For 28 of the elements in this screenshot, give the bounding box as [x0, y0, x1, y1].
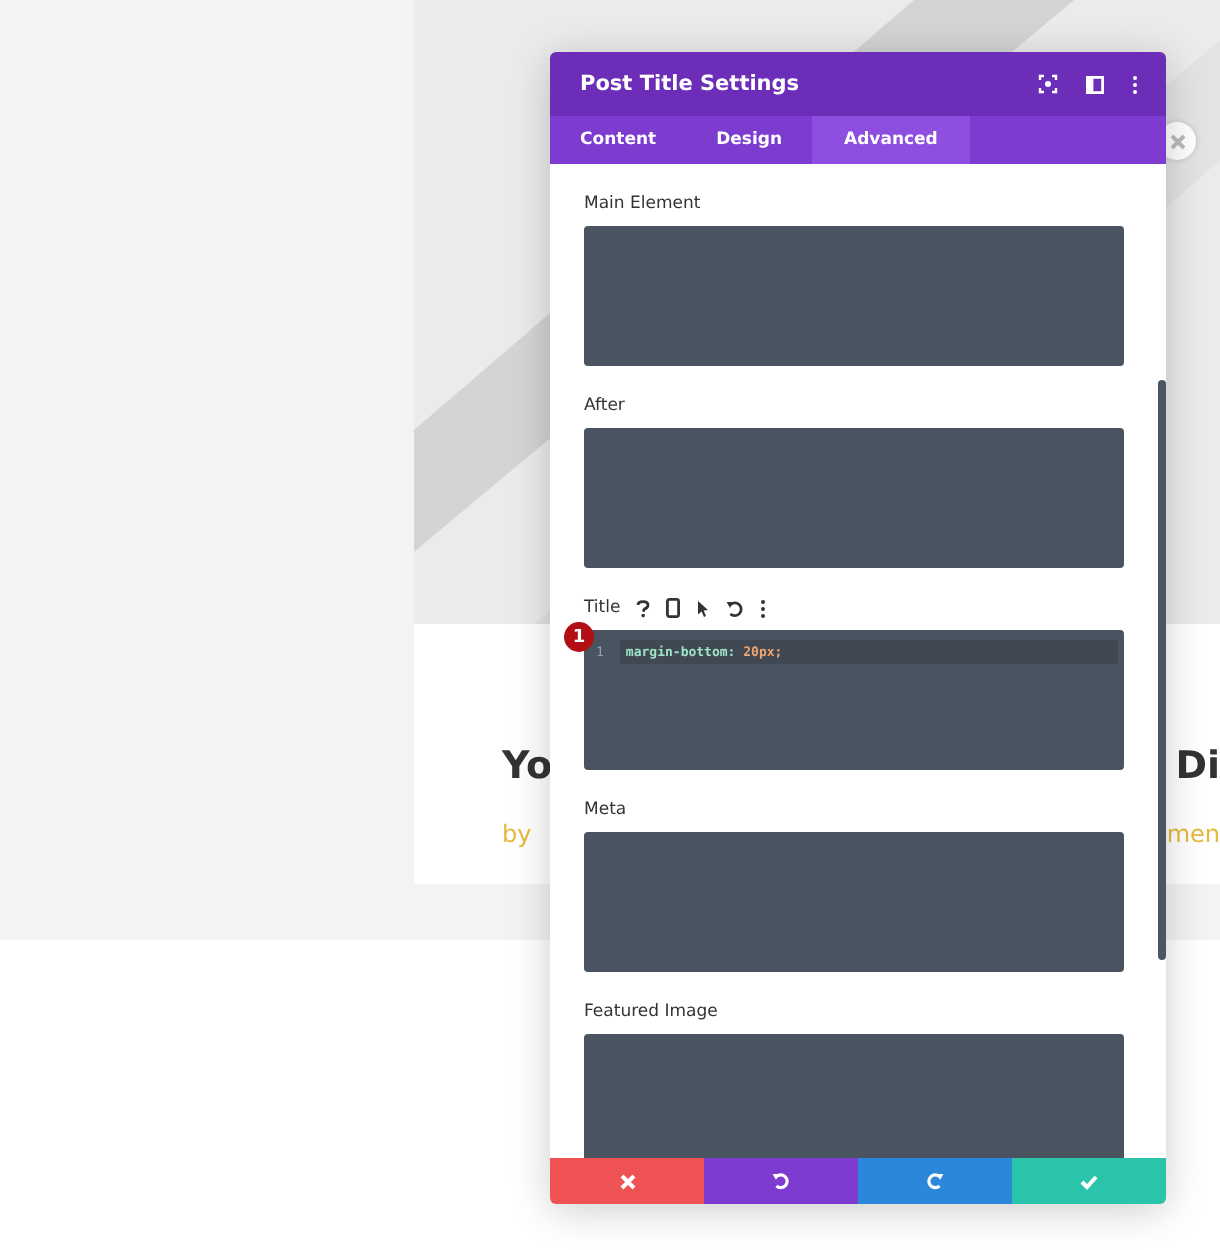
- post-meta: by: [502, 820, 532, 848]
- post-title: Di: [1175, 742, 1220, 792]
- scrollbar[interactable]: [1158, 380, 1166, 960]
- undo-icon[interactable]: [726, 599, 745, 617]
- field-label: After: [584, 396, 625, 416]
- close-icon: [1167, 131, 1187, 151]
- post-meta: men: [1166, 820, 1220, 848]
- help-icon[interactable]: [636, 599, 651, 617]
- phone-icon[interactable]: [666, 598, 681, 618]
- expand-icon[interactable]: [1038, 74, 1058, 94]
- undo-icon: [772, 1172, 790, 1190]
- field-label: Main Element: [584, 194, 701, 214]
- field-label: Meta: [584, 800, 627, 820]
- number-badge: 1: [564, 622, 594, 652]
- redo-icon: [926, 1172, 944, 1190]
- more-icon[interactable]: [1132, 75, 1138, 93]
- field-label: Title: [584, 598, 621, 618]
- cursor-icon[interactable]: [696, 599, 711, 617]
- tab[interactable]: Design: [686, 116, 813, 164]
- more-icon[interactable]: [760, 599, 767, 617]
- split-view-icon[interactable]: [1086, 75, 1104, 93]
- field-label: Featured Image: [584, 1002, 718, 1022]
- panel-title: Post Title Settings: [580, 72, 800, 96]
- post-title: Yo: [502, 742, 553, 792]
- tab[interactable]: Content: [550, 116, 687, 164]
- check-icon: [1080, 1173, 1098, 1189]
- tab[interactable]: Advanced: [812, 116, 970, 164]
- close-icon: [619, 1173, 635, 1189]
